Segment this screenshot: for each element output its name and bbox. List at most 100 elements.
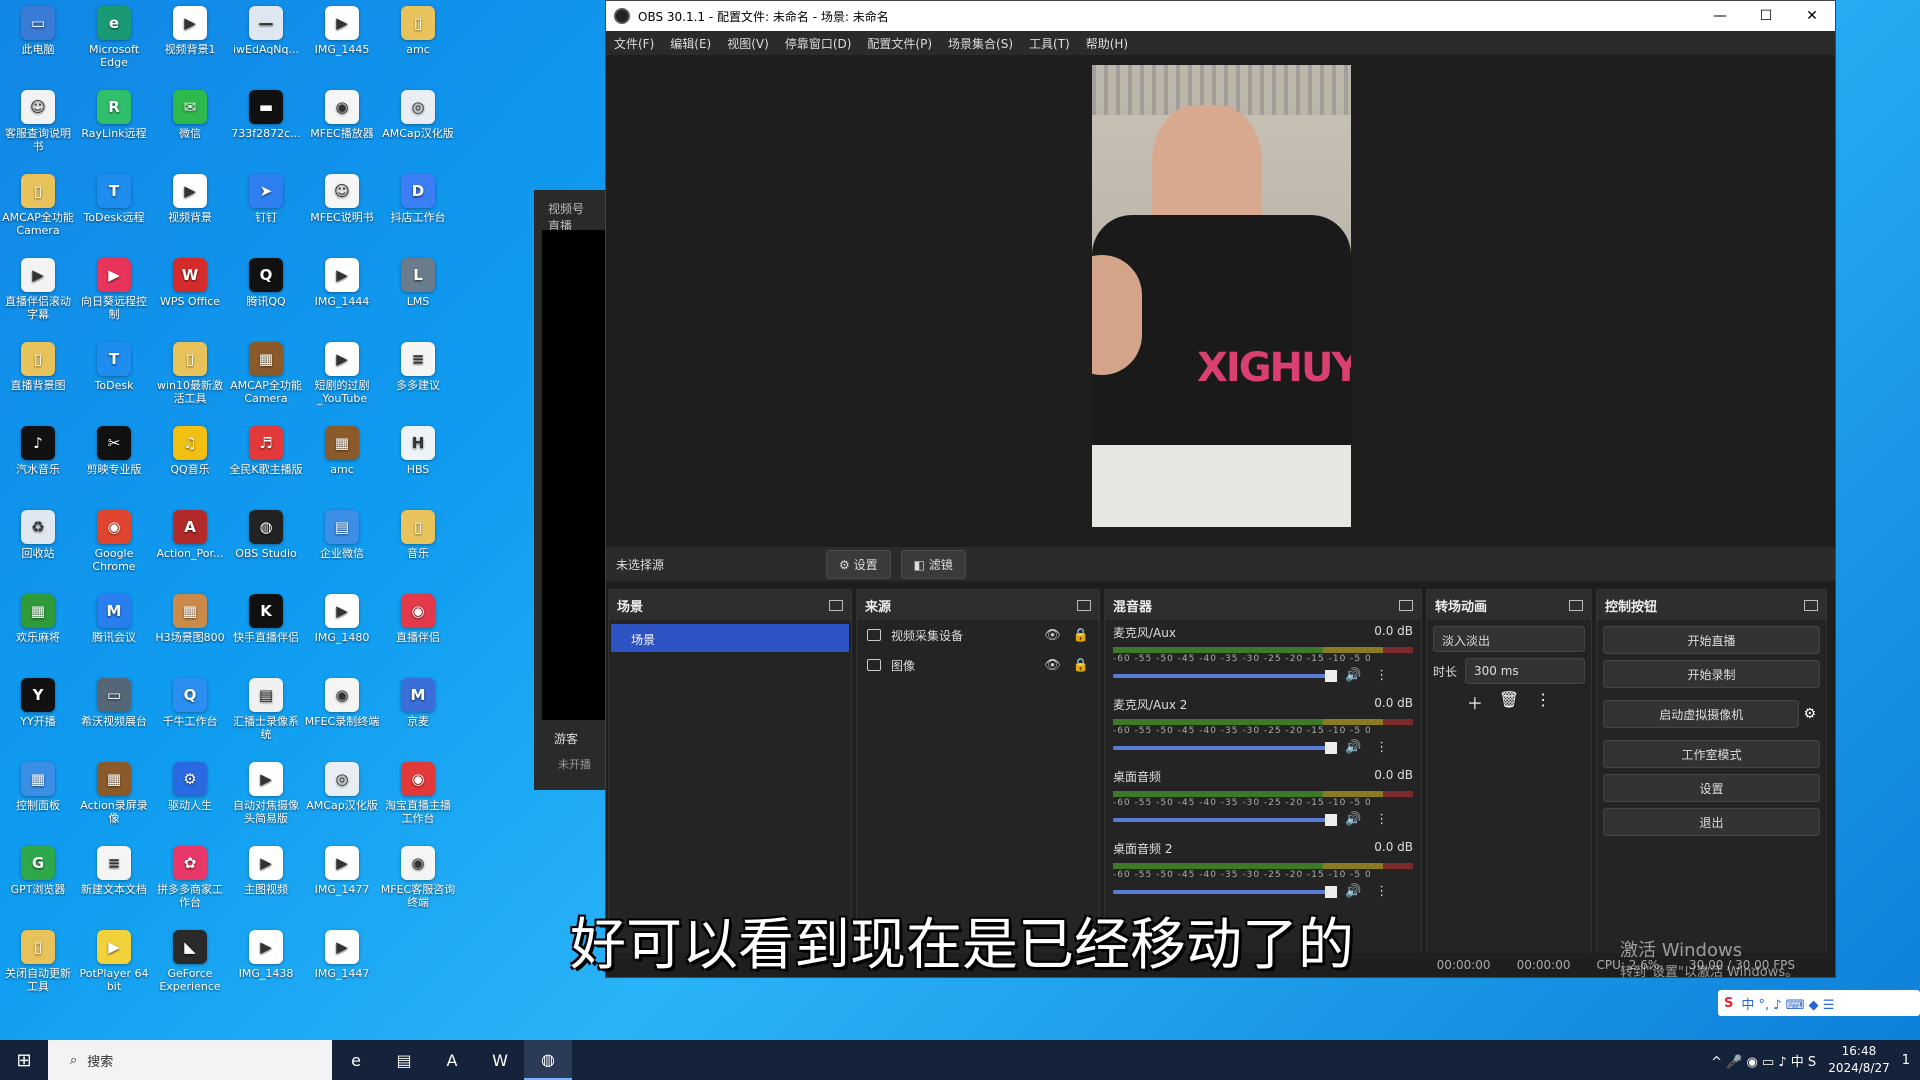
desktop-icon[interactable]: ◉ 淘宝直播主播工作台 — [380, 762, 456, 842]
desktop-icon[interactable]: ▶ 直播伴侣滚动字幕 — [0, 258, 76, 338]
ime-toolbar[interactable]: S 中 °, ♪ ⌨ ◆ ☰ — [1718, 990, 1920, 1016]
maximize-button[interactable]: ☐ — [1743, 8, 1789, 24]
desktop-icon[interactable]: ✂ 剪映专业版 — [76, 426, 152, 506]
desktop-icon[interactable]: ▶ IMG_1480 — [304, 594, 380, 674]
desktop-icon[interactable]: T ToDesk远程 — [76, 174, 152, 254]
minimize-button[interactable]: — — [1697, 8, 1743, 24]
menu-docks[interactable]: 停靠窗口(D) — [785, 35, 852, 52]
desktop-icon[interactable]: ▤ 企业微信 — [304, 510, 380, 590]
desktop-icon[interactable]: ▶ 短剧的过剧_YouTube — [304, 342, 380, 422]
desktop-icon[interactable]: ▭ 希沃视频展台 — [76, 678, 152, 758]
trash-icon[interactable]: 🗑 — [1499, 690, 1519, 714]
desktop-icon[interactable]: ♪ 汽水音乐 — [0, 426, 76, 506]
search-box[interactable]: ⌕ 搜索 — [48, 1040, 332, 1080]
desktop-icon[interactable]: ◉ MFEC客服咨询终端 — [380, 846, 456, 926]
desktop-icon[interactable]: ✿ 拼多多商家工作台 — [152, 846, 228, 926]
desktop-icon[interactable]: ▶ IMG_1444 — [304, 258, 380, 338]
desktop-icon[interactable]: ♫ QQ音乐 — [152, 426, 228, 506]
desktop-icon[interactable]: ◎ AMCap汉化版 — [380, 90, 456, 170]
clock[interactable]: 16:48 2024/8/27 — [1828, 1043, 1890, 1077]
slider-handle[interactable] — [1325, 813, 1337, 826]
desktop-icon[interactable]: R RayLink远程 — [76, 90, 152, 170]
desktop-icon[interactable]: Q 腾讯QQ — [228, 258, 304, 338]
speaker-icon[interactable]: 🔊 — [1345, 668, 1361, 683]
desktop-icon[interactable]: ▶ 视频背景 — [152, 174, 228, 254]
desktop-icon[interactable]: K 快手直播伴侣 — [228, 594, 304, 674]
notification-icon[interactable]: 1 — [1902, 1053, 1910, 1068]
desktop-icon[interactable]: Q 千牛工作台 — [152, 678, 228, 758]
desktop-icon[interactable]: ▭ 此电脑 — [0, 6, 76, 86]
desktop-icon[interactable]: ▯ 音乐 — [380, 510, 456, 590]
speaker-icon[interactable]: 🔊 — [1345, 884, 1361, 899]
desktop-icon[interactable]: ➤ 钉钉 — [228, 174, 304, 254]
source-item-video-capture[interactable]: 视频采集设备 👁 🔒 — [857, 620, 1099, 650]
volume-slider[interactable] — [1113, 813, 1337, 826]
desktop-icon[interactable]: ◉ 直播伴侣 — [380, 594, 456, 674]
edge-taskbar-icon[interactable]: e — [332, 1040, 380, 1080]
undock-icon[interactable] — [1569, 599, 1583, 611]
more-icon[interactable]: ⋮ — [1375, 812, 1388, 827]
more-icon[interactable]: ⋮ — [1375, 740, 1388, 755]
desktop-icon[interactable]: ☺ MFEC说明书 — [304, 174, 380, 254]
tray-icons[interactable]: ^ 🎤 ◉ ▭ ♪ 中 S — [1711, 1051, 1816, 1070]
volume-slider[interactable] — [1113, 669, 1337, 682]
desktop-icon[interactable]: ≡ 新建文本文档 — [76, 846, 152, 926]
desktop-icon[interactable]: A Action_Por... — [152, 510, 228, 590]
start-button[interactable]: ⊞ — [0, 1050, 48, 1071]
desktop-icon[interactable]: ▯ amc — [380, 6, 456, 86]
menu-scene-collection[interactable]: 场景集合(S) — [948, 35, 1013, 52]
start-virtual-camera-button[interactable]: 启动虚拟摄像机 — [1603, 700, 1800, 728]
desktop-icon[interactable]: ▯ win10最新激活工具 — [152, 342, 228, 422]
desktop-icon[interactable]: ▶ IMG_1438 — [228, 930, 304, 1010]
visibility-eye-icon[interactable]: 👁 — [1044, 628, 1061, 643]
desktop-icon[interactable]: ▯ AMCAP全功能Camera — [0, 174, 76, 254]
desktop-icon[interactable]: H HBS — [380, 426, 456, 506]
undock-icon[interactable] — [1077, 599, 1091, 611]
desktop-icon[interactable]: ▶ IMG_1445 — [304, 6, 380, 86]
desktop-icon[interactable]: ▶ PotPlayer 64 bit — [76, 930, 152, 1010]
ime-status[interactable]: 中 °, ♪ ⌨ ◆ ☰ — [1741, 994, 1834, 1013]
scene-item[interactable]: 场景 — [611, 624, 849, 652]
desktop-icon[interactable]: ⚙ 驱动人生 — [152, 762, 228, 842]
start-streaming-button[interactable]: 开始直播 — [1603, 626, 1820, 654]
exit-button[interactable]: 退出 — [1603, 808, 1820, 836]
desktop-icon[interactable]: ☺ 客服查询说明书 — [0, 90, 76, 170]
slider-handle[interactable] — [1325, 669, 1337, 682]
desktop-icon[interactable]: ▤ 汇播士录像系统 — [228, 678, 304, 758]
desktop-icon[interactable]: — iwEdAqNq... — [228, 6, 304, 86]
undock-icon[interactable] — [1804, 599, 1818, 611]
add-icon[interactable]: ＋ — [1467, 690, 1483, 714]
duration-input[interactable]: 300 ms — [1465, 658, 1585, 684]
explorer-taskbar-icon[interactable]: ▤ — [380, 1040, 428, 1080]
desktop-icon[interactable]: ◉ Google Chrome — [76, 510, 152, 590]
desktop-icon[interactable]: ▶ IMG_1477 — [304, 846, 380, 926]
source-settings-button[interactable]: ⚙ 设置 — [826, 549, 891, 579]
slider-handle[interactable] — [1325, 741, 1337, 754]
wps-taskbar-icon[interactable]: W — [476, 1040, 524, 1080]
desktop-icon[interactable]: ♻ 回收站 — [0, 510, 76, 590]
slider-handle[interactable] — [1325, 885, 1337, 898]
undock-icon[interactable] — [829, 599, 843, 611]
more-icon[interactable]: ⋮ — [1535, 690, 1551, 714]
menu-view[interactable]: 视图(V) — [727, 35, 769, 52]
settings-button[interactable]: 设置 — [1603, 774, 1820, 802]
desktop-icon[interactable]: ▦ Action录屏录像 — [76, 762, 152, 842]
speaker-icon[interactable]: 🔊 — [1345, 740, 1361, 755]
preview-canvas[interactable]: XIGHUY — [1092, 65, 1351, 527]
desktop-icon[interactable]: ▦ AMCAP全功能Camera — [228, 342, 304, 422]
source-item-image[interactable]: 图像 👁 🔒 — [857, 650, 1099, 680]
start-recording-button[interactable]: 开始录制 — [1603, 660, 1820, 688]
source-filters-button[interactable]: ◧ 滤镜 — [900, 549, 966, 579]
desktop-icon[interactable]: ▦ amc — [304, 426, 380, 506]
desktop-icon[interactable]: ▯ 直播背景图 — [0, 342, 76, 422]
speaker-icon[interactable]: 🔊 — [1345, 812, 1361, 827]
undock-icon[interactable] — [1399, 599, 1413, 611]
desktop-icon[interactable]: D 抖店工作台 — [380, 174, 456, 254]
desktop-icon[interactable]: ▶ 自动对焦摄像头简易版 — [228, 762, 304, 842]
menu-help[interactable]: 帮助(H) — [1086, 35, 1128, 52]
desktop-icon[interactable]: W WPS Office — [152, 258, 228, 338]
action-taskbar-icon[interactable]: A — [428, 1040, 476, 1080]
desktop-icon[interactable]: ▬ 733f2872c... — [228, 90, 304, 170]
more-icon[interactable]: ⋮ — [1375, 884, 1388, 899]
desktop-icon[interactable]: ▦ 欢乐麻将 — [0, 594, 76, 674]
